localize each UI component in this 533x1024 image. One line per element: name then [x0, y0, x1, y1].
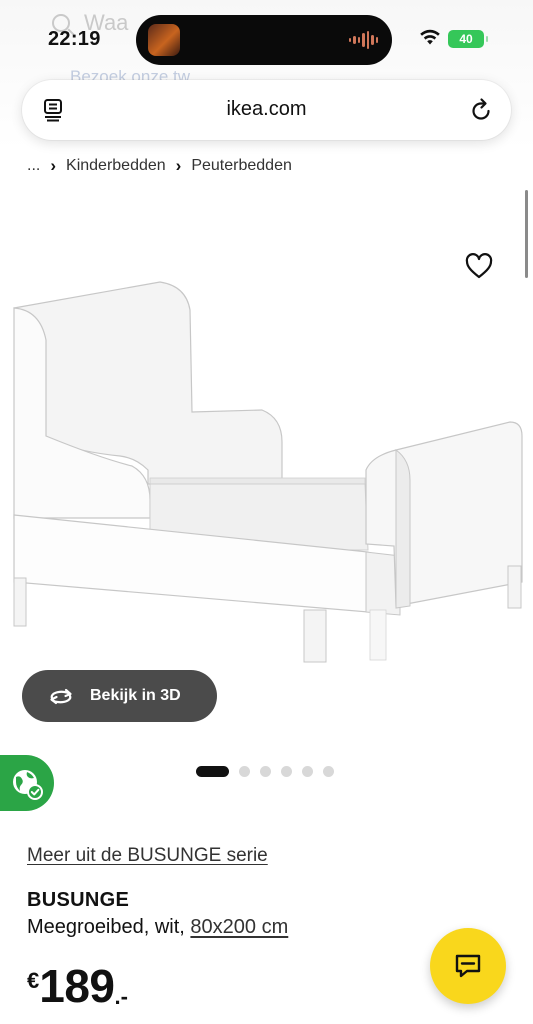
price-amount: 189 [39, 960, 115, 1012]
audio-waveform-icon [348, 30, 378, 50]
reload-icon[interactable] [469, 97, 493, 123]
dynamic-island[interactable] [136, 15, 392, 65]
scrollbar[interactable] [525, 190, 528, 278]
product-description: Meegroeibed, wit, 80x200 cm [27, 916, 288, 939]
breadcrumb-item-kinderbedden[interactable]: Kinderbedden [66, 157, 166, 175]
pager-dot[interactable] [239, 766, 250, 777]
breadcrumb-item-peuterbedden[interactable]: Peuterbedden [191, 157, 292, 175]
heart-icon[interactable] [464, 252, 494, 280]
browser-address-bar[interactable]: ikea.com [22, 80, 511, 140]
view-in-3d-button[interactable]: Bekijk in 3D [22, 670, 217, 722]
product-description-text: Meegroeibed, wit, [27, 916, 191, 938]
chevron-right-icon: › [50, 156, 57, 175]
url-text[interactable]: ikea.com [22, 98, 511, 121]
image-carousel-pager[interactable] [196, 766, 334, 777]
now-playing-artwork [148, 24, 180, 56]
product-price: € 189 .- [27, 960, 128, 1012]
pager-dot[interactable] [323, 766, 334, 777]
chat-bubble-icon [455, 954, 481, 978]
rotate-3d-icon [50, 688, 72, 705]
sustainability-badge[interactable] [0, 755, 54, 811]
price-suffix: .- [114, 984, 128, 1009]
chat-button[interactable] [430, 928, 506, 1004]
product-size-link[interactable]: 80x200 cm [190, 916, 288, 938]
wifi-icon [420, 29, 440, 45]
pager-dot[interactable] [196, 766, 229, 777]
globe-check-icon [13, 770, 43, 800]
breadcrumb-ellipsis[interactable]: ... [27, 157, 40, 175]
status-time: 22:19 [48, 28, 101, 50]
price-currency: € [27, 968, 40, 993]
product-image[interactable] [0, 270, 533, 670]
breadcrumb: ... › Kinderbedden › Peuterbedden [27, 156, 292, 176]
pager-dot[interactable] [281, 766, 292, 777]
battery-level: 40 [459, 32, 473, 46]
pager-dot[interactable] [260, 766, 271, 777]
series-link[interactable]: Meer uit de BUSUNGE serie [27, 845, 268, 867]
view-in-3d-label: Bekijk in 3D [90, 687, 181, 704]
pager-dot[interactable] [302, 766, 313, 777]
battery-indicator: 40 [448, 30, 488, 48]
product-name: BUSUNGE [27, 889, 130, 911]
chevron-right-icon: › [175, 156, 182, 175]
